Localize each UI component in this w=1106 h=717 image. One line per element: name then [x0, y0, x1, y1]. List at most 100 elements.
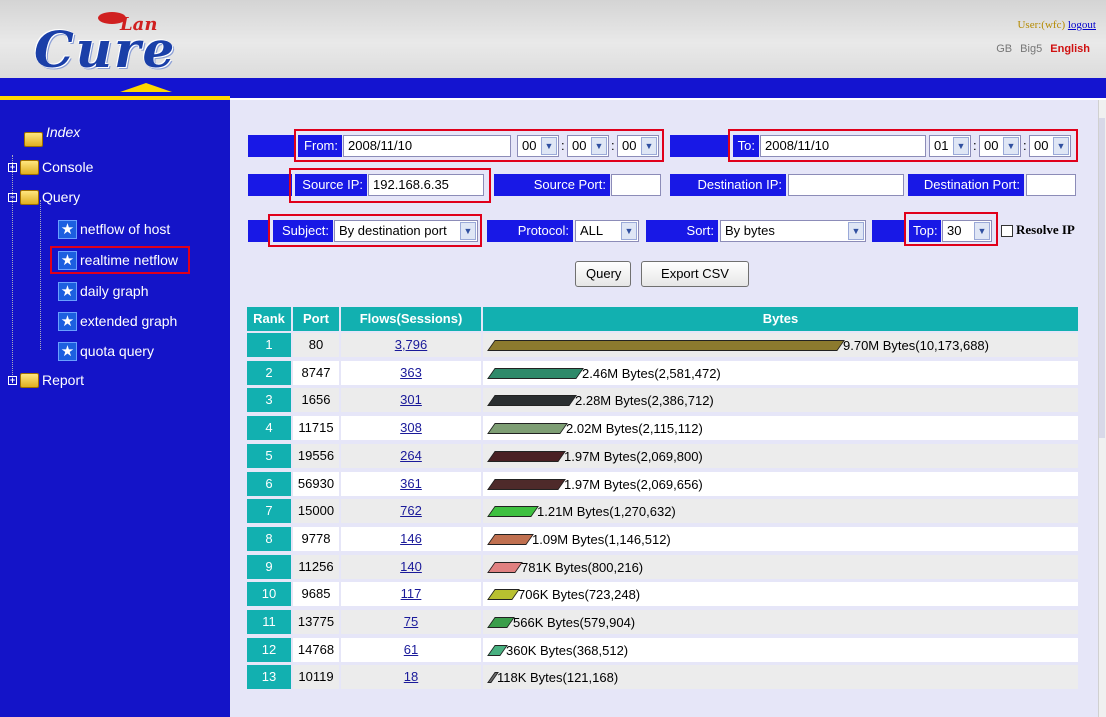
language-switcher: GB Big5 English [991, 43, 1090, 55]
flows-link[interactable]: 3,796 [341, 333, 481, 357]
flows-link[interactable]: 264 [341, 444, 481, 468]
bytes-cell: 1.21M Bytes(1,270,632) [483, 499, 1078, 523]
flows-link[interactable]: 308 [341, 416, 481, 440]
bytes-bar [487, 534, 534, 546]
expand-plus-icon[interactable]: + [8, 375, 17, 385]
sidebar-item-netflow-of-host[interactable]: ★ netflow of host [58, 218, 170, 240]
rank-cell: 12 [247, 638, 291, 662]
sidebar-item-query[interactable]: − Query [8, 186, 80, 208]
sort-label: Sort: [646, 220, 718, 242]
flows-link[interactable]: 117 [341, 582, 481, 606]
sidebar-item-daily-graph[interactable]: ★ daily graph [58, 280, 149, 302]
flows-link[interactable]: 140 [341, 555, 481, 579]
rank-cell: 9 [247, 555, 291, 579]
flows-link[interactable]: 762 [341, 499, 481, 523]
table-row: 11 13775 75 566K Bytes(579,904) [247, 610, 1078, 634]
filter-pad [248, 174, 292, 196]
sidebar-item-extended-graph[interactable]: ★ extended graph [58, 310, 177, 332]
protocol-select[interactable]: ALL ▼ [575, 220, 639, 242]
lang-english[interactable]: English [1050, 43, 1090, 55]
sort-select[interactable]: By bytes ▼ [720, 220, 866, 242]
protocol-value: ALL [580, 223, 604, 238]
star-icon: ★ [58, 341, 77, 361]
nav-arrow-icon [120, 83, 172, 92]
source-port-label: Source Port: [494, 174, 610, 196]
resolve-ip-checkbox[interactable] [1001, 225, 1013, 237]
flows-link[interactable]: 363 [341, 361, 481, 385]
bytes-label: 118K Bytes(121,168) [497, 669, 619, 685]
app-header: Lan Cure User:(wfc) logout GB Big5 Engli… [0, 0, 1106, 79]
rank-cell: 1 [247, 333, 291, 357]
filter-pad [872, 220, 906, 242]
column-header-port: Port [293, 307, 339, 331]
table-row: 13 10119 18 118K Bytes(121,168) [247, 665, 1078, 689]
bytes-label: 1.97M Bytes(2,069,800) [564, 448, 703, 464]
chevron-down-icon[interactable]: ▼ [848, 222, 864, 240]
flows-link[interactable]: 61 [341, 638, 481, 662]
export-csv-button[interactable]: Export CSV [641, 261, 749, 287]
port-cell: 11715 [293, 416, 339, 440]
destination-ip-field[interactable] [788, 174, 904, 196]
chevron-down-icon[interactable]: ▼ [621, 222, 637, 240]
destination-port-field[interactable] [1026, 174, 1076, 196]
logo-text: Cure [34, 20, 177, 79]
bytes-bar [487, 479, 566, 491]
folder-icon [20, 159, 39, 175]
filter-pad [248, 135, 296, 157]
flows-link[interactable]: 75 [341, 610, 481, 634]
flows-link[interactable]: 18 [341, 665, 481, 689]
bytes-bar [487, 589, 520, 601]
protocol-label: Protocol: [487, 220, 573, 242]
sidebar-item-index[interactable]: Index [24, 124, 80, 156]
source-port-field[interactable] [611, 174, 661, 196]
flows-link[interactable]: 361 [341, 472, 481, 496]
lang-gb[interactable]: GB [996, 43, 1012, 55]
flows-link[interactable]: 301 [341, 388, 481, 412]
sidebar-item-console[interactable]: + Console [8, 156, 93, 178]
rank-cell: 7 [247, 499, 291, 523]
port-cell: 80 [293, 333, 339, 357]
collapse-minus-icon[interactable]: − [8, 192, 17, 202]
tree-line [40, 200, 41, 350]
annotation-box [268, 214, 482, 247]
bytes-cell: 781K Bytes(800,216) [483, 555, 1078, 579]
table-row: 6 56930 361 1.97M Bytes(2,069,656) [247, 472, 1078, 496]
bytes-bar [487, 423, 568, 435]
bytes-bar [487, 368, 584, 380]
sidebar-item-label: netflow of host [80, 221, 171, 237]
destination-ip-label: Destination IP: [670, 174, 786, 196]
rank-cell: 11 [247, 610, 291, 634]
rank-cell: 5 [247, 444, 291, 468]
sidebar-query-label: Query [42, 189, 81, 205]
rank-cell: 13 [247, 665, 291, 689]
flows-link[interactable]: 146 [341, 527, 481, 551]
query-button[interactable]: Query [575, 261, 631, 287]
port-cell: 1656 [293, 388, 339, 412]
scrollbar-thumb[interactable] [1099, 118, 1105, 438]
user-label: User:(wfc) [1017, 19, 1066, 31]
folder-open-icon [20, 189, 39, 205]
sidebar-console-label: Console [42, 159, 94, 175]
table-row: 10 9685 117 706K Bytes(723,248) [247, 582, 1078, 606]
port-cell: 11256 [293, 555, 339, 579]
table-row: 5 19556 264 1.97M Bytes(2,069,800) [247, 444, 1078, 468]
rank-cell: 4 [247, 416, 291, 440]
lang-big5[interactable]: Big5 [1020, 43, 1042, 55]
bytes-cell: 566K Bytes(579,904) [483, 610, 1078, 634]
expand-plus-icon[interactable]: + [8, 162, 17, 172]
bytes-bar [487, 562, 523, 574]
rank-cell: 2 [247, 361, 291, 385]
annotation-box [728, 129, 1078, 162]
logout-link[interactable]: logout [1068, 19, 1096, 31]
bytes-bar [487, 645, 508, 657]
table-row: 4 11715 308 2.02M Bytes(2,115,112) [247, 416, 1078, 440]
sidebar-item-report[interactable]: + Report [8, 369, 84, 391]
destination-port-label: Destination Port: [908, 174, 1024, 196]
table-row: 7 15000 762 1.21M Bytes(1,270,632) [247, 499, 1078, 523]
user-info: User:(wfc) logout [1017, 19, 1096, 31]
column-header-flows: Flows(Sessions) [341, 307, 481, 331]
bytes-label: 706K Bytes(723,248) [518, 586, 641, 602]
bytes-bar [487, 451, 566, 463]
sidebar-item-quota-query[interactable]: ★ quota query [58, 340, 154, 362]
sidebar-report-label: Report [42, 372, 85, 388]
